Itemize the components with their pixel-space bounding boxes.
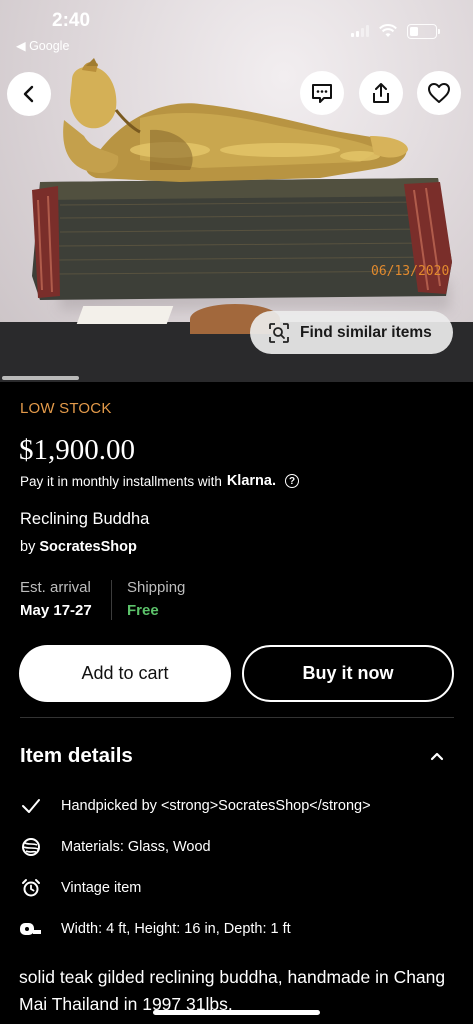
favorite-button[interactable]: [417, 71, 461, 115]
help-icon[interactable]: ?: [285, 474, 299, 488]
detail-row-vintage: Vintage item: [20, 877, 141, 899]
item-title: Reclining Buddha: [20, 510, 150, 528]
detail-row-handpicked: Handpicked by <strong>SocratesShop</stro…: [20, 795, 371, 817]
item-details-heading[interactable]: Item details: [20, 744, 133, 768]
est-arrival-label: Est. arrival: [20, 579, 91, 596]
battery-icon: [407, 23, 440, 39]
info-divider: [111, 580, 112, 620]
tape-measure-icon: [20, 918, 42, 940]
photo-carousel-indicator: [2, 376, 79, 380]
installments-text: Pay it in monthly installments with: [20, 473, 222, 489]
detail-text: Handpicked by <strong>SocratesShop</stro…: [61, 798, 371, 814]
add-to-cart-button[interactable]: Add to cart: [19, 645, 231, 702]
back-to-app-link[interactable]: ◀ Google: [16, 38, 69, 53]
by-prefix: by: [20, 539, 36, 555]
buy-it-now-button[interactable]: Buy it now: [242, 645, 454, 702]
heart-icon: [428, 83, 450, 103]
share-button[interactable]: [359, 71, 403, 115]
chevron-up-icon: [430, 752, 444, 761]
cellular-signal-icon: [351, 25, 369, 37]
share-icon: [373, 83, 389, 103]
estimated-arrival: Est. arrival May 17-27: [20, 579, 92, 619]
find-similar-label: Find similar items: [300, 323, 432, 341]
visual-search-icon: [269, 322, 289, 343]
installments-info[interactable]: Pay it in monthly installments with Klar…: [20, 473, 299, 489]
shop-name-link[interactable]: SocratesShop: [39, 539, 137, 555]
chevron-left-icon: [23, 85, 34, 103]
section-divider: [20, 717, 454, 718]
status-bar-time: 2:40: [52, 10, 91, 31]
checkmark-icon: [20, 795, 42, 817]
detail-row-materials: Materials: Glass, Wood: [20, 836, 211, 858]
materials-icon: [20, 836, 42, 858]
shop-byline[interactable]: by SocratesShop: [20, 539, 137, 555]
item-price: $1,900.00: [19, 434, 135, 466]
est-arrival-value: May 17-27: [20, 602, 92, 619]
detail-text: Materials: Glass, Wood: [61, 839, 211, 855]
collapse-section-button[interactable]: [429, 748, 445, 769]
status-bar-icons: [351, 23, 440, 39]
wifi-icon: [379, 24, 397, 37]
photo-date-stamp: 06/13/2020: [371, 264, 450, 279]
find-similar-items-button[interactable]: Find similar items: [250, 311, 453, 354]
back-button[interactable]: [7, 72, 51, 116]
shipping-label: Shipping: [127, 579, 186, 596]
detail-text: Width: 4 ft, Height: 16 in, Depth: 1 ft: [61, 921, 291, 937]
shipping-info: Shipping Free: [127, 579, 185, 619]
alarm-clock-icon: [20, 877, 42, 899]
detail-row-dimensions: Width: 4 ft, Height: 16 in, Depth: 1 ft: [20, 918, 291, 940]
klarna-logo: Klarna.: [226, 473, 276, 489]
home-indicator[interactable]: [153, 1010, 320, 1015]
detail-text: Vintage item: [61, 880, 142, 896]
shipping-value: Free: [127, 602, 159, 619]
stock-status-badge: LOW STOCK: [20, 400, 112, 417]
message-icon: [312, 84, 332, 103]
message-seller-button[interactable]: [300, 71, 344, 115]
